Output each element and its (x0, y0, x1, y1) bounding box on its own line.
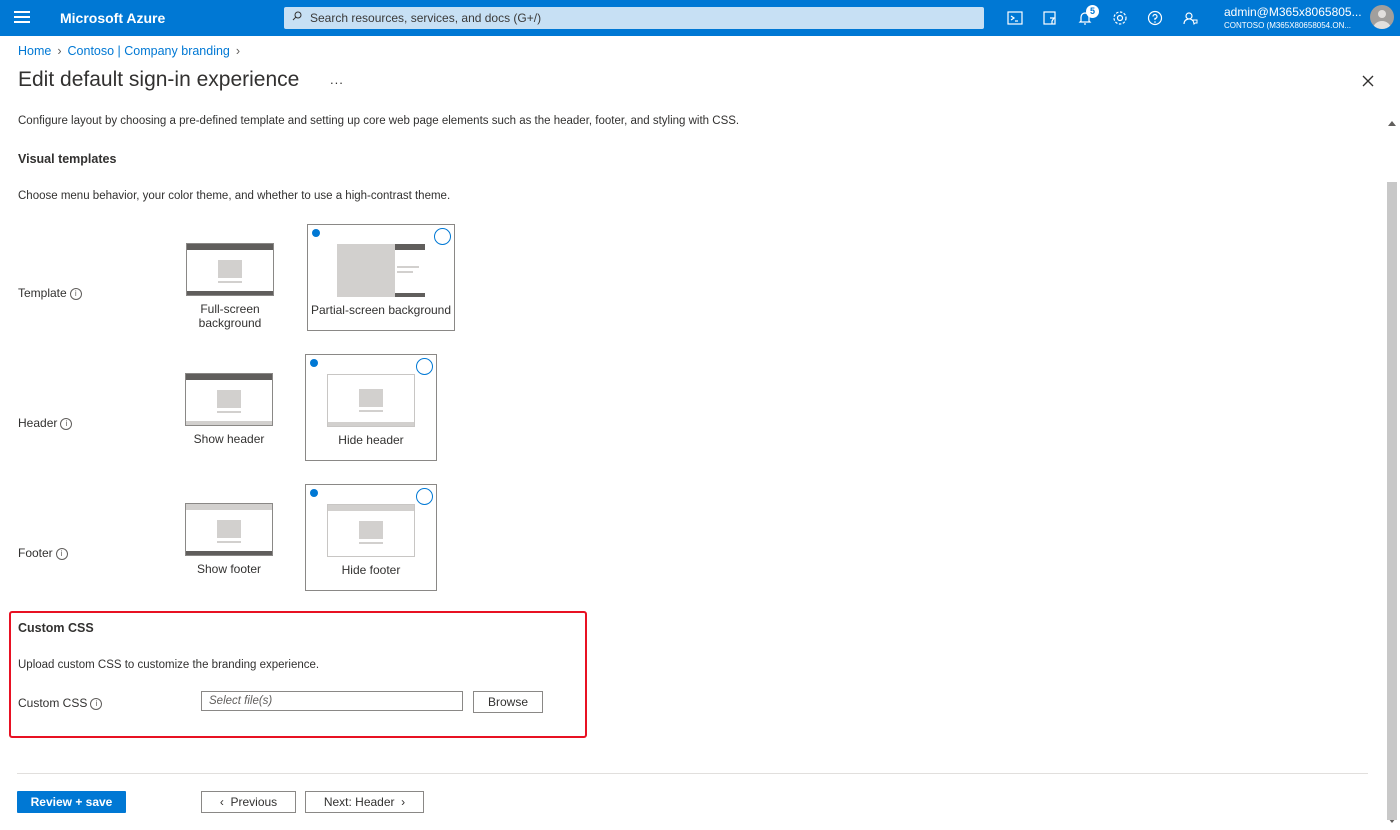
search-input[interactable]: Search resources, services, and docs (G+… (284, 7, 984, 29)
info-icon[interactable]: i (60, 417, 73, 430)
breadcrumb-home[interactable]: Home (18, 44, 51, 58)
custom-css-highlight (9, 611, 587, 738)
info-icon[interactable]: i (90, 697, 103, 710)
partial-screen-thumbnail (337, 244, 425, 297)
divider (17, 773, 1368, 774)
header-option-hide[interactable]: Hide header (305, 354, 437, 461)
radio-button[interactable] (434, 228, 451, 245)
selected-indicator (310, 489, 318, 497)
hide-header-thumbnail (327, 374, 415, 427)
selected-indicator (312, 229, 320, 237)
hide-footer-thumbnail (327, 504, 415, 557)
header-label: Header i (18, 416, 73, 430)
top-bar: Microsoft Azure Search resources, servic… (0, 0, 1400, 36)
cloud-shell-icon[interactable] (1006, 9, 1024, 27)
radio-button[interactable] (416, 488, 433, 505)
scroll-up-icon[interactable] (1388, 120, 1396, 126)
template-label: Template i (18, 286, 82, 300)
breadcrumb: Home › Contoso | Company branding › (18, 44, 246, 58)
chevron-right-icon: › (235, 44, 241, 58)
custom-css-description: Upload custom CSS to customize the brand… (18, 659, 320, 671)
chevron-right-icon: › (394, 795, 406, 809)
help-icon[interactable] (1146, 9, 1164, 27)
template-option-label: Partial-screen background (310, 303, 452, 317)
footer-option-label: Show footer (196, 562, 262, 576)
brand-name[interactable]: Microsoft Azure (60, 10, 165, 26)
page-description: Configure layout by choosing a pre-defin… (18, 115, 740, 127)
account-tenant: CONTOSO (M365X80658054.ON... (1224, 21, 1352, 30)
page-title: Edit default sign-in experience (18, 68, 300, 91)
notification-badge: 5 (1086, 5, 1099, 18)
chevron-left-icon: ‹ (219, 795, 231, 809)
visual-templates-heading: Visual templates (18, 152, 117, 166)
custom-css-label: Custom CSS i (18, 696, 103, 710)
search-icon (292, 11, 302, 21)
visual-templates-description: Choose menu behavior, your color theme, … (18, 190, 451, 202)
custom-css-heading: Custom CSS (18, 621, 94, 635)
avatar[interactable] (1370, 5, 1394, 29)
full-screen-thumbnail (186, 243, 274, 296)
show-footer-thumbnail (185, 503, 273, 556)
search-placeholder: Search resources, services, and docs (G+… (310, 11, 542, 25)
footer-label: Footer i (18, 546, 68, 560)
next-header-button[interactable]: Next: Header › (305, 791, 424, 813)
settings-icon[interactable] (1111, 9, 1129, 27)
selected-indicator (310, 359, 318, 367)
close-icon[interactable] (1360, 73, 1376, 89)
header-option-label: Hide header (338, 433, 404, 447)
chevron-right-icon: › (57, 44, 62, 58)
footer-option-label: Hide footer (341, 563, 401, 577)
scrollbar-thumb[interactable] (1387, 182, 1397, 820)
footer-option-hide[interactable]: Hide footer (305, 484, 437, 591)
template-option-label: Full-screen background (198, 302, 262, 330)
browse-button[interactable]: Browse (473, 691, 543, 713)
feedback-icon[interactable] (1181, 9, 1199, 27)
info-icon[interactable]: i (55, 547, 68, 560)
radio-button[interactable] (416, 358, 433, 375)
directory-filter-icon[interactable] (1041, 9, 1059, 27)
more-options-button[interactable]: ... (330, 72, 344, 87)
footer-option-show[interactable]: Show footer (168, 484, 290, 590)
account-user: admin@M365x8065805... (1224, 5, 1362, 19)
review-save-button[interactable]: Review + save (17, 791, 126, 813)
custom-css-file-input[interactable]: Select file(s) (201, 691, 463, 711)
account-menu[interactable]: admin@M365x8065805... CONTOSO (M365X8065… (1224, 5, 1369, 30)
previous-button[interactable]: ‹ Previous (201, 791, 296, 813)
template-option-partial-screen[interactable]: Partial-screen background (307, 224, 455, 331)
show-header-thumbnail (185, 373, 273, 426)
header-option-show[interactable]: Show header (168, 354, 290, 460)
breadcrumb-company-branding[interactable]: Contoso | Company branding (68, 44, 230, 58)
info-icon[interactable]: i (69, 287, 82, 300)
template-option-full-screen[interactable]: Full-screen background (168, 224, 292, 330)
hamburger-icon[interactable] (12, 8, 32, 28)
header-option-label: Show header (193, 432, 265, 446)
